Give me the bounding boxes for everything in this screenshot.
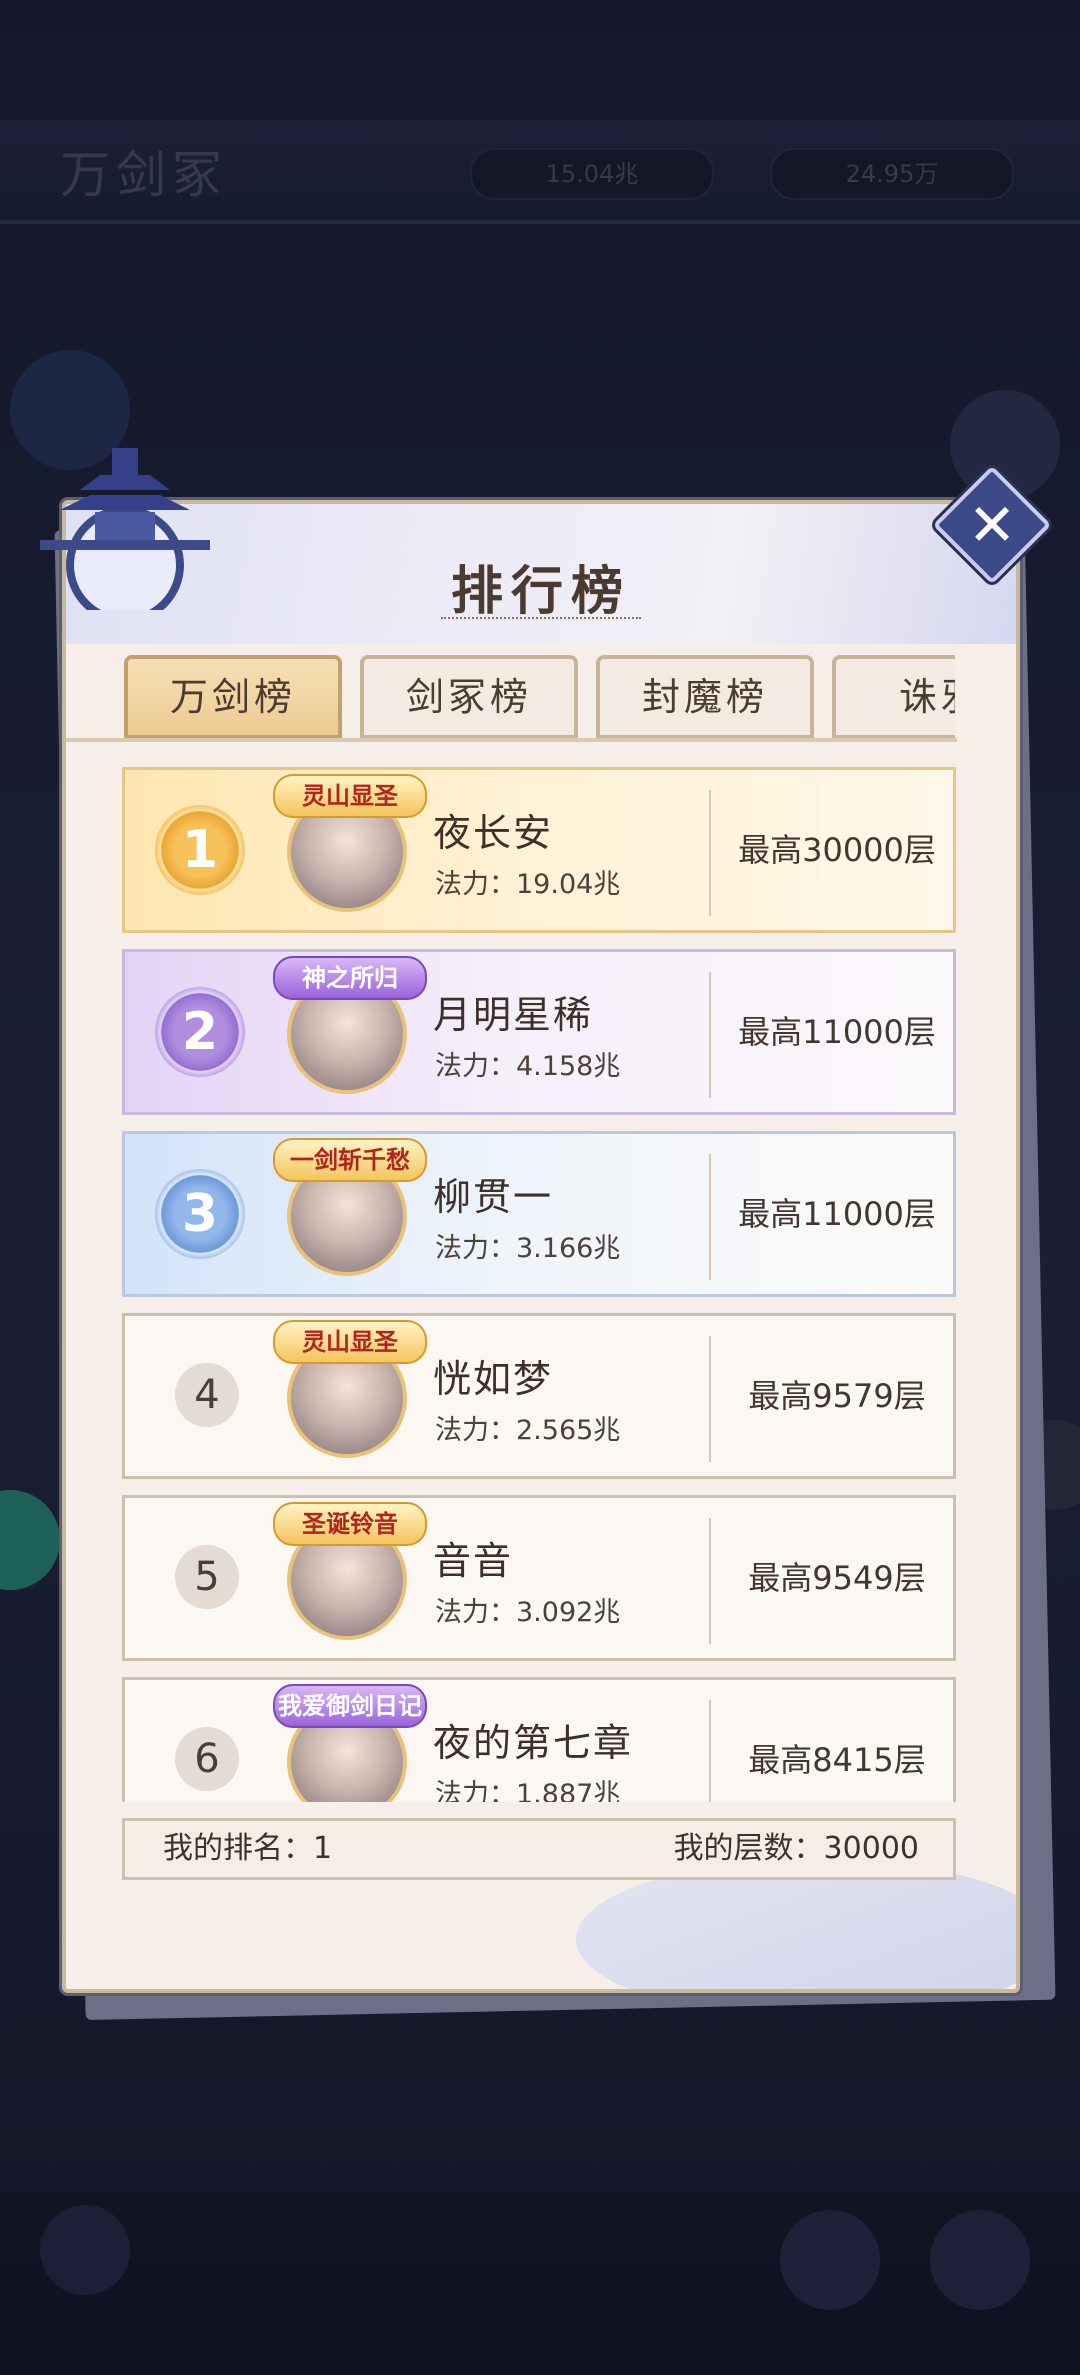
- tab-jianzhong[interactable]: 剑冢榜: [360, 655, 578, 739]
- player-highest-floor: 最高8415层: [748, 1741, 926, 1779]
- rank-medal-gold-icon: 1: [155, 805, 245, 895]
- ranking-row[interactable]: 2 神之所归 月明星稀 法力：4.158兆 最高11000层: [122, 949, 956, 1115]
- row-divider: [709, 1518, 711, 1644]
- player-name: 夜长安: [433, 811, 554, 855]
- player-power: 法力：1.887兆: [435, 1779, 621, 1802]
- ranking-row[interactable]: 5 圣诞铃音 音音 法力：3.092兆 最高9549层: [122, 1495, 956, 1661]
- player-name: 恍如梦: [433, 1357, 554, 1401]
- rank-number: 4: [175, 1363, 239, 1427]
- player-power: 法力：19.04兆: [435, 869, 621, 900]
- player-name: 柳贯一: [433, 1175, 554, 1219]
- avatar-title-badge: 我爱御剑日记: [273, 1684, 427, 1728]
- player-highest-floor: 最高9579层: [748, 1377, 926, 1415]
- rank-medal-silver-icon: 2: [155, 987, 245, 1077]
- ranking-row[interactable]: 6 我爱御剑日记 夜的第七章 法力：1.887兆 最高8415层: [122, 1677, 956, 1802]
- tab-wanjian[interactable]: 万剑榜: [124, 655, 342, 739]
- ranking-row[interactable]: 1 灵山显圣 夜长安 法力：19.04兆 最高30000层: [122, 767, 956, 933]
- player-highest-floor: 最高30000层: [738, 831, 936, 869]
- player-power: 法力：2.565兆: [435, 1415, 621, 1446]
- ranking-list[interactable]: 1 灵山显圣 夜长安 法力：19.04兆 最高30000层 2 神之所归 月明星…: [122, 762, 956, 1802]
- my-floor: 我的层数：30000: [673, 1831, 919, 1866]
- avatar-title-badge: 灵山显圣: [273, 774, 427, 818]
- player-power: 法力：4.158兆: [435, 1051, 621, 1082]
- player-highest-floor: 最高9549层: [748, 1559, 926, 1597]
- title-decoration: [441, 617, 641, 629]
- ranking-row[interactable]: 4 灵山显圣 恍如梦 法力：2.565兆 最高9579层: [122, 1313, 956, 1479]
- avatar-title-badge: 灵山显圣: [273, 1320, 427, 1364]
- rank-medal-bronze-icon: 3: [155, 1169, 245, 1259]
- tab-zhuxie[interactable]: 诛邪: [832, 655, 955, 739]
- player-power: 法力：3.092兆: [435, 1597, 621, 1628]
- close-icon[interactable]: ✕: [950, 483, 1034, 567]
- ranking-row[interactable]: 3 一剑斩千愁 柳贯一 法力：3.166兆 最高11000层: [122, 1131, 956, 1297]
- row-divider: [709, 1700, 711, 1802]
- tab-divider: [66, 738, 957, 742]
- avatar-title-badge: 圣诞铃音: [273, 1502, 427, 1546]
- my-rank: 我的排名：1: [163, 1831, 333, 1866]
- player-power: 法力：3.166兆: [435, 1233, 621, 1264]
- rank-number: 5: [175, 1545, 239, 1609]
- player-highest-floor: 最高11000层: [738, 1013, 936, 1051]
- pagoda-ornament-icon: [40, 448, 210, 610]
- avatar-title-badge: 神之所归: [273, 956, 427, 1000]
- row-divider: [709, 1154, 711, 1280]
- rank-number: 6: [175, 1727, 239, 1791]
- my-rank-bar: 我的排名：1 我的层数：30000: [122, 1818, 956, 1880]
- leaderboard-tabs: 万剑榜 剑冢榜 封魔榜 诛邪: [62, 640, 955, 740]
- player-highest-floor: 最高11000层: [738, 1195, 936, 1233]
- row-divider: [709, 1336, 711, 1462]
- player-name: 夜的第七章: [433, 1721, 634, 1765]
- avatar-title-badge: 一剑斩千愁: [273, 1138, 427, 1182]
- player-name: 音音: [433, 1539, 514, 1583]
- player-name: 月明星稀: [433, 993, 594, 1037]
- row-divider: [709, 790, 711, 916]
- tab-fengmo[interactable]: 封魔榜: [596, 655, 814, 739]
- row-divider: [709, 972, 711, 1098]
